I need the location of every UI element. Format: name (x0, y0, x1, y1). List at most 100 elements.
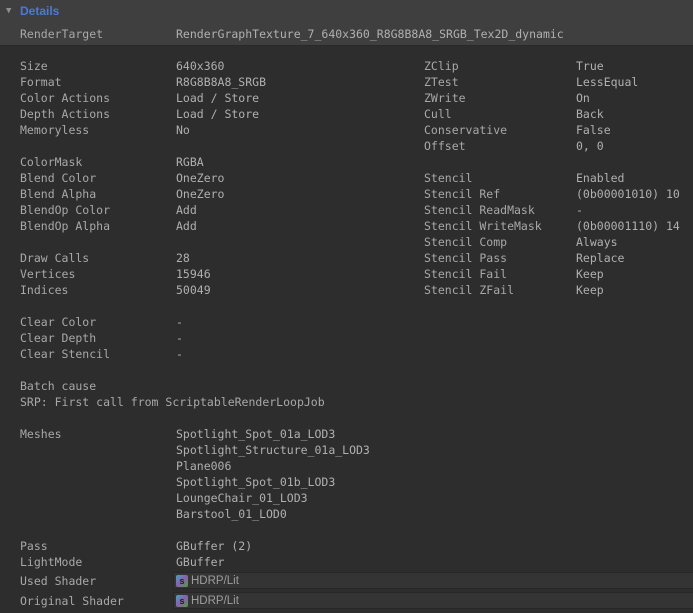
detail-label: Indices (20, 282, 176, 298)
detail-label: Stencil Comp (424, 234, 576, 250)
detail-value: (0b00001010) 10 (576, 186, 680, 202)
detail-value: Enabled (576, 170, 624, 186)
detail-label: Clear Color (20, 314, 176, 330)
original-shader-field[interactable]: s HDRP/Lit (173, 592, 693, 609)
detail-value: Back (576, 106, 604, 122)
detail-label: Cull (424, 106, 576, 122)
detail-value: - (176, 346, 183, 362)
detail-row-offset: Offset0, 0 (424, 138, 690, 154)
detail-row-format: FormatR8G8B8A8_SRGB (20, 74, 420, 90)
detail-label: ColorMask (20, 154, 176, 170)
group-gap (20, 138, 420, 154)
detail-label: Format (20, 74, 176, 90)
detail-label: Memoryless (20, 122, 176, 138)
detail-value: RGBA (176, 154, 204, 170)
detail-row-stencil-readmask: Stencil ReadMask- (424, 202, 690, 218)
detail-label: ZTest (424, 74, 576, 90)
detail-value: (0b00001110) 14 (576, 218, 680, 234)
meshes-row: Meshes Spotlight_Spot_01a_LOD3 Spotlight… (20, 426, 420, 522)
shader-icon: s (176, 595, 188, 607)
detail-row-clear-color: Clear Color- (20, 314, 420, 330)
detail-value: Add (176, 202, 197, 218)
detail-value: No (176, 122, 190, 138)
detail-value: On (576, 90, 590, 106)
detail-row-lightmode: LightModeGBuffer (20, 554, 420, 570)
frame-debugger-details-panel: ▼ Details RenderTarget RenderGraphTextur… (0, 0, 693, 613)
foldout-triangle-icon[interactable]: ▼ (6, 4, 20, 18)
detail-value: LessEqual (576, 74, 638, 90)
detail-row-stencil-comp: Stencil CompAlways (424, 234, 690, 250)
detail-row-clear-depth: Clear Depth- (20, 330, 420, 346)
detail-row-memoryless: MemorylessNo (20, 122, 420, 138)
batch-cause-text: SRP: First call from ScriptableRenderLoo… (20, 394, 420, 410)
detail-row-color-actions: Color ActionsLoad / Store (20, 90, 420, 106)
detail-value: False (576, 122, 611, 138)
detail-value: Always (576, 234, 618, 250)
detail-row-ztest: ZTestLessEqual (424, 74, 690, 90)
detail-label: Vertices (20, 266, 176, 282)
detail-row-size: Size640x360 (20, 58, 420, 74)
detail-value: True (576, 58, 604, 74)
details-header-band: ▼ Details RenderTarget RenderGraphTextur… (0, 0, 693, 46)
mesh-item: LoungeChair_01_LOD3 (176, 490, 370, 506)
details-foldout[interactable]: ▼ Details (6, 3, 59, 19)
detail-label: ZWrite (424, 90, 576, 106)
render-target-label: RenderTarget (20, 26, 176, 42)
detail-row-stencil-ref: Stencil Ref(0b00001010) 10 (424, 186, 690, 202)
group-gap (20, 362, 420, 378)
meshes-label: Meshes (20, 426, 176, 522)
detail-row-stencil-fail: Stencil FailKeep (424, 266, 690, 282)
mesh-item: Barstool_01_LOD0 (176, 506, 370, 522)
group-gap (20, 298, 420, 314)
render-target-row: RenderTarget RenderGraphTexture_7_640x36… (20, 26, 689, 42)
detail-label: Draw Calls (20, 250, 176, 266)
detail-value: - (576, 202, 583, 218)
details-left-column: Size640x360 FormatR8G8B8A8_SRGB Color Ac… (20, 58, 420, 570)
detail-value: OneZero (176, 186, 224, 202)
detail-label: Conservative (424, 122, 576, 138)
detail-value: R8G8B8A8_SRGB (176, 74, 266, 90)
detail-value: 0, 0 (576, 138, 604, 154)
detail-row-conservative: ConservativeFalse (424, 122, 690, 138)
original-shader-value: HDRP/Lit (191, 595, 239, 607)
detail-row-blendop-alpha: BlendOp AlphaAdd (20, 218, 420, 234)
mesh-item: Spotlight_Spot_01a_LOD3 (176, 426, 370, 442)
mesh-item: Spotlight_Spot_01b_LOD3 (176, 474, 370, 490)
detail-label: Color Actions (20, 90, 176, 106)
detail-label: Stencil Pass (424, 250, 576, 266)
detail-row-depth-actions: Depth ActionsLoad / Store (20, 106, 420, 122)
detail-row-stencil-zfail: Stencil ZFailKeep (424, 282, 690, 298)
detail-row-cull: CullBack (424, 106, 690, 122)
mesh-item: Plane006 (176, 458, 370, 474)
group-gap (20, 522, 420, 538)
detail-row-vertices: Vertices15946 (20, 266, 420, 282)
detail-label: Offset (424, 138, 576, 154)
detail-value: GBuffer (2) (176, 538, 252, 554)
detail-label: Stencil (424, 170, 576, 186)
detail-label: Blend Alpha (20, 186, 176, 202)
detail-value: Load / Store (176, 90, 259, 106)
details-right-column: ZClipTrue ZTestLessEqual ZWriteOn CullBa… (424, 58, 690, 298)
used-shader-label: Used Shader (20, 573, 96, 589)
detail-value: Keep (576, 266, 604, 282)
detail-row-stencil: StencilEnabled (424, 170, 690, 186)
detail-row-zclip: ZClipTrue (424, 58, 690, 74)
detail-value: 50049 (176, 282, 211, 298)
detail-value: Add (176, 218, 197, 234)
detail-label: Stencil ZFail (424, 282, 576, 298)
detail-row-draw-calls: Draw Calls28 (20, 250, 420, 266)
detail-label: Stencil Ref (424, 186, 576, 202)
detail-label: BlendOp Color (20, 202, 176, 218)
detail-row-stencil-writemask: Stencil WriteMask(0b00001110) 14 (424, 218, 690, 234)
used-shader-field[interactable]: s HDRP/Lit (173, 572, 693, 589)
detail-row-blendop-color: BlendOp ColorAdd (20, 202, 420, 218)
group-gap (424, 154, 690, 170)
detail-label: BlendOp Alpha (20, 218, 176, 234)
detail-row-blend-color: Blend ColorOneZero (20, 170, 420, 186)
detail-value: - (176, 330, 183, 346)
detail-label: Stencil Fail (424, 266, 576, 282)
detail-value: 640x360 (176, 58, 224, 74)
render-target-value: RenderGraphTexture_7_640x360_R8G8B8A8_SR… (176, 26, 564, 42)
detail-label: Depth Actions (20, 106, 176, 122)
details-title[interactable]: Details (20, 4, 59, 18)
